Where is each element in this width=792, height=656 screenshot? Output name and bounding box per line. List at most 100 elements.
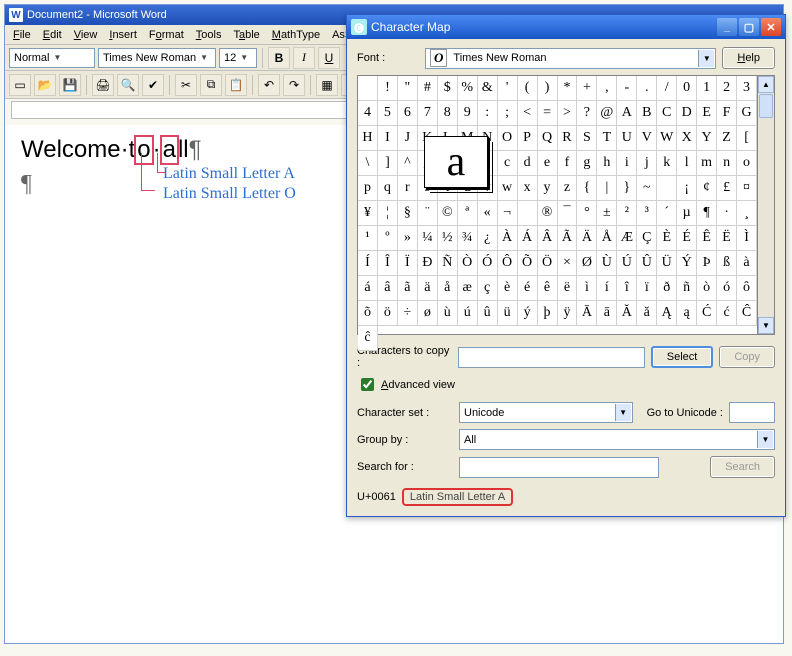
char-cell[interactable]: h [597, 151, 617, 176]
char-cell[interactable]: Ê [697, 226, 717, 251]
char-cell[interactable]: C [657, 101, 677, 126]
char-cell[interactable]: » [398, 226, 418, 251]
char-cell[interactable]: : [478, 101, 498, 126]
char-cell[interactable]: õ [358, 301, 378, 326]
char-cell[interactable]: ý [518, 301, 538, 326]
char-cell[interactable] [518, 201, 538, 226]
char-cell[interactable]: Â [538, 226, 558, 251]
char-cell[interactable]: ® [538, 201, 558, 226]
char-cell[interactable]: ï [637, 276, 657, 301]
char-cell[interactable]: © [438, 201, 458, 226]
char-cell[interactable]: 5 [378, 101, 398, 126]
char-cell[interactable]: * [558, 76, 578, 101]
char-cell[interactable]: Ĉ [737, 301, 757, 326]
char-cell[interactable]: ó [717, 276, 737, 301]
char-cell[interactable]: ³ [637, 201, 657, 226]
char-cell[interactable]: V [637, 126, 657, 151]
char-cell[interactable]: ´ [657, 201, 677, 226]
close-button[interactable]: ✕ [761, 18, 781, 36]
char-cell[interactable] [657, 176, 677, 201]
char-cell[interactable]: k [657, 151, 677, 176]
char-cell[interactable]: { [577, 176, 597, 201]
char-cell[interactable] [358, 76, 378, 101]
char-cell[interactable]: Ñ [438, 251, 458, 276]
size-combo[interactable]: 12▼ [219, 48, 257, 68]
menu-tools[interactable]: Tools [192, 27, 226, 43]
char-cell[interactable]: Ä [577, 226, 597, 251]
tb-print-icon[interactable]: 🖨 [92, 74, 114, 96]
char-cell[interactable]: q [378, 176, 398, 201]
char-cell[interactable]: d [518, 151, 538, 176]
characters-to-copy-input[interactable] [458, 347, 645, 368]
copy-button[interactable]: Copy [719, 346, 775, 368]
grid-scrollbar[interactable]: ▲ ▼ [757, 76, 774, 334]
select-button[interactable]: Select [651, 346, 714, 368]
char-cell[interactable]: R [558, 126, 578, 151]
char-cell[interactable]: 2 [717, 76, 737, 101]
char-cell[interactable]: S [577, 126, 597, 151]
char-cell[interactable]: × [558, 251, 578, 276]
char-cell[interactable]: Á [518, 226, 538, 251]
char-cell[interactable]: ¹ [358, 226, 378, 251]
char-cell[interactable]: ĉ [358, 326, 378, 351]
char-cell[interactable]: æ [458, 276, 478, 301]
char-cell[interactable]: ð [657, 276, 677, 301]
char-cell[interactable]: ¸ [737, 201, 757, 226]
char-cell[interactable]: ô [737, 276, 757, 301]
char-cell[interactable]: Ú [617, 251, 637, 276]
tb-cut-icon[interactable]: ✂ [175, 74, 197, 96]
char-cell[interactable]: è [498, 276, 518, 301]
char-cell[interactable]: + [577, 76, 597, 101]
char-cell[interactable]: Ç [637, 226, 657, 251]
char-cell[interactable]: È [657, 226, 677, 251]
char-cell[interactable]: ò [697, 276, 717, 301]
char-cell[interactable]: O [498, 126, 518, 151]
char-cell[interactable]: § [398, 201, 418, 226]
italic-button[interactable]: I [293, 47, 315, 69]
char-cell[interactable]: ª [458, 201, 478, 226]
char-cell[interactable]: Q [538, 126, 558, 151]
char-cell[interactable]: å [438, 276, 458, 301]
char-cell[interactable]: U [617, 126, 637, 151]
scroll-up-button[interactable]: ▲ [758, 76, 774, 93]
char-cell[interactable]: 6 [398, 101, 418, 126]
char-cell[interactable]: | [597, 176, 617, 201]
char-cell[interactable]: ü [498, 301, 518, 326]
menu-file[interactable]: File [9, 27, 35, 43]
char-cell[interactable]: ¯ [558, 201, 578, 226]
char-cell[interactable]: & [478, 76, 498, 101]
char-cell[interactable]: , [597, 76, 617, 101]
minimize-button[interactable]: _ [717, 18, 737, 36]
char-cell[interactable]: X [677, 126, 697, 151]
char-cell[interactable]: ã [398, 276, 418, 301]
char-cell[interactable]: ç [478, 276, 498, 301]
char-cell[interactable]: 9 [458, 101, 478, 126]
char-cell[interactable]: « [478, 201, 498, 226]
char-cell[interactable]: g [577, 151, 597, 176]
char-cell[interactable]: Û [637, 251, 657, 276]
char-cell[interactable]: ¦ [378, 201, 398, 226]
char-cell[interactable]: @ [597, 101, 617, 126]
char-cell[interactable]: H [358, 126, 378, 151]
char-cell[interactable]: 8 [438, 101, 458, 126]
char-cell[interactable]: c [498, 151, 518, 176]
char-cell[interactable]: º [378, 226, 398, 251]
char-cell[interactable]: ¿ [478, 226, 498, 251]
char-cell[interactable]: À [498, 226, 518, 251]
char-cell[interactable]: Ü [657, 251, 677, 276]
char-cell[interactable]: ë [558, 276, 578, 301]
char-cell[interactable]: ° [577, 201, 597, 226]
char-cell[interactable]: ÿ [558, 301, 578, 326]
char-cell[interactable]: % [458, 76, 478, 101]
groupby-select[interactable]: All ▼ [459, 429, 775, 450]
char-cell[interactable]: G [737, 101, 757, 126]
goto-unicode-input[interactable] [729, 402, 775, 423]
char-cell[interactable]: ¬ [498, 201, 518, 226]
char-cell[interactable]: ! [378, 76, 398, 101]
char-cell[interactable]: w [498, 176, 518, 201]
char-cell[interactable]: ¢ [697, 176, 717, 201]
char-cell[interactable]: Æ [617, 226, 637, 251]
char-cell[interactable]: ă [637, 301, 657, 326]
tb-copy-icon[interactable]: ⧉ [200, 74, 222, 96]
char-cell[interactable]: Ö [538, 251, 558, 276]
